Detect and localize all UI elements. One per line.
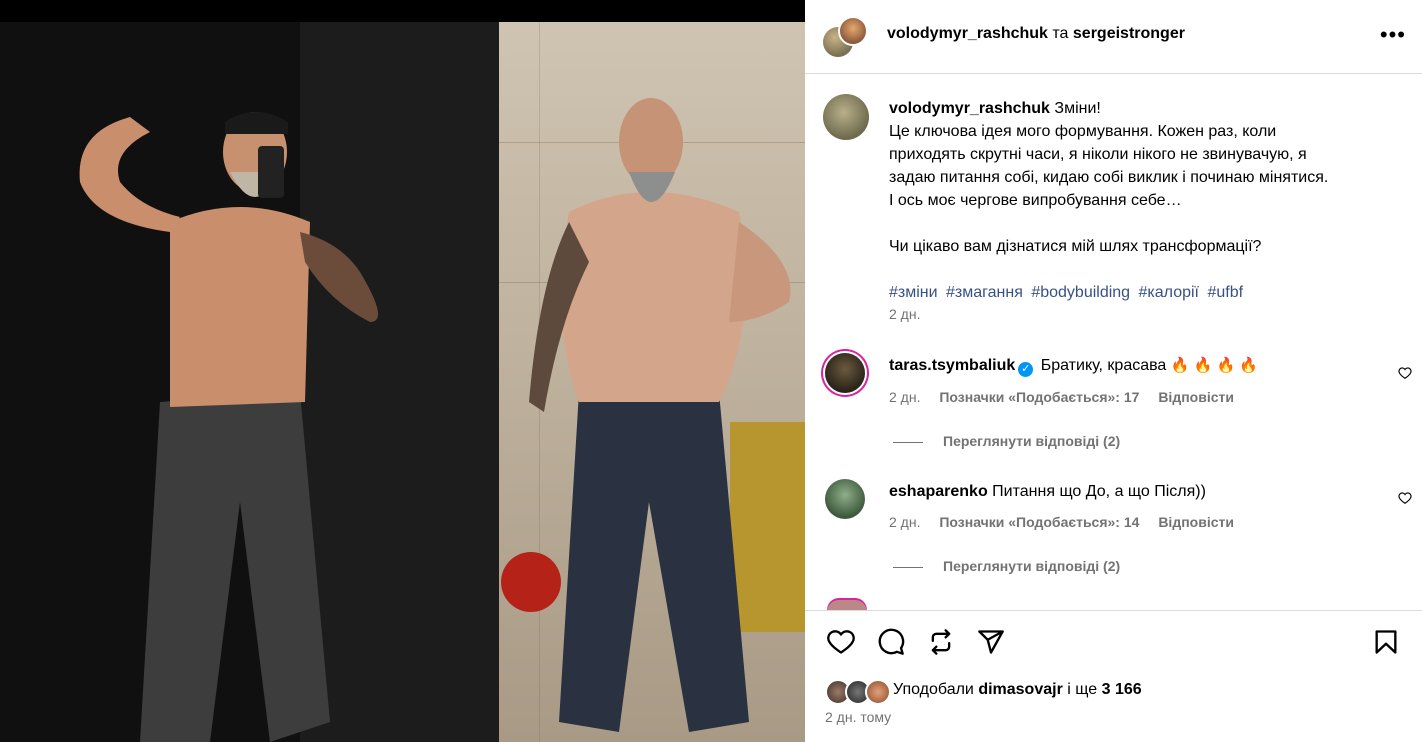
- liked-by-suffix: і ще: [1067, 681, 1098, 698]
- post-media[interactable]: [0, 0, 805, 742]
- view-replies-button[interactable]: Переглянути відповіді (2): [893, 433, 1120, 449]
- liked-by-count[interactable]: 3 166: [1102, 681, 1142, 698]
- hashtag-link[interactable]: #bodybuilding: [1031, 284, 1130, 301]
- bookmark-icon[interactable]: [1372, 628, 1400, 656]
- liked-by: Уподобали dimasovajr і ще 3 166: [893, 681, 1142, 699]
- caption-author-avatar[interactable]: [823, 94, 869, 140]
- view-replies-button[interactable]: Переглянути відповіді (2): [893, 558, 1120, 574]
- replies-divider: [893, 441, 923, 443]
- share-icon[interactable]: [977, 628, 1005, 656]
- reply-button[interactable]: Відповісти: [1158, 514, 1234, 530]
- comment-like-heart-icon[interactable]: [1398, 366, 1412, 380]
- more-options-icon[interactable]: •••: [1380, 24, 1406, 46]
- view-replies-label: Переглянути відповіді (2): [943, 433, 1121, 449]
- repost-icon[interactable]: [927, 628, 955, 656]
- caption-time[interactable]: 2 дн.: [889, 306, 920, 322]
- comment-time[interactable]: 2 дн.: [889, 389, 920, 405]
- man-standing-illustration: [501, 98, 805, 732]
- post-caption: volodymyr_rashchuk Зміни! Це ключова іде…: [889, 97, 1399, 304]
- comment-username[interactable]: taras.tsymbaliuk: [889, 357, 1015, 374]
- reply-button[interactable]: Відповісти: [1158, 389, 1234, 405]
- post-actions: Уподобали dimasovajr і ще 3 166 2 дн. то…: [805, 610, 1422, 742]
- commenter-avatar[interactable]: [825, 479, 865, 519]
- post-authors: volodymyr_rashchuk та sergeistronger: [887, 25, 1185, 43]
- liked-by-prefix: Уподобали: [893, 681, 974, 698]
- authors-connector: та: [1052, 25, 1069, 42]
- view-replies-label: Переглянути відповіді (2): [943, 558, 1121, 574]
- hashtag-link[interactable]: #ufbf: [1207, 284, 1243, 301]
- comment-text: Братику, красава: [1040, 357, 1167, 374]
- heart-icon[interactable]: [827, 628, 855, 656]
- hashtags: #зміни #змагання #bodybuilding #калорії …: [889, 281, 1399, 304]
- post-viewer: volodymyr_rashchuk та sergeistronger •••…: [0, 0, 1422, 742]
- caption-line: Чи цікаво вам дізнатися мій шлях трансфо…: [889, 238, 1262, 255]
- comment-meta: 2 дн. Позначки «Подобається»: 17 Відпові…: [889, 389, 1249, 405]
- replies-divider: [893, 566, 923, 568]
- comment-text: Питання що До, а що Після)): [992, 483, 1206, 500]
- coauthor-avatar[interactable]: [838, 16, 868, 46]
- caption-line: приходять скрутні часи, я ніколи нікого …: [889, 146, 1307, 163]
- comment: taras.tsymbaliuk ✓ Братику, красава 🔥 🔥 🔥…: [889, 356, 1258, 377]
- hashtag-link[interactable]: #змагання: [946, 284, 1023, 301]
- caption-line: Зміни!: [1054, 100, 1101, 117]
- coauthor-username[interactable]: sergeistronger: [1073, 25, 1185, 42]
- caption-line: І ось моє чергове випробування себе…: [889, 192, 1182, 209]
- post-header: volodymyr_rashchuk та sergeistronger •••: [805, 0, 1422, 74]
- liked-by-user[interactable]: dimasovajr: [978, 681, 1062, 698]
- comment-likes[interactable]: Позначки «Подобається»: 17: [939, 389, 1139, 405]
- hashtag-link[interactable]: #зміни: [889, 284, 938, 301]
- comment-meta: 2 дн. Позначки «Подобається»: 14 Відпові…: [889, 514, 1249, 530]
- man-flexing-illustration: [0, 22, 499, 742]
- comment-username[interactable]: eshaparenko: [889, 483, 988, 500]
- liker-avatar[interactable]: [865, 679, 891, 705]
- comment: eshaparenko Питання що До, а що Після)): [889, 482, 1206, 502]
- post-time[interactable]: 2 дн. тому: [825, 709, 891, 725]
- before-after-photo-left: [0, 22, 499, 742]
- comments-panel: volodymyr_rashchuk та sergeistronger •••…: [805, 0, 1422, 742]
- fire-emoji: 🔥 🔥 🔥 🔥: [1170, 357, 1258, 374]
- before-after-photo-right: [499, 22, 805, 742]
- caption-username[interactable]: volodymyr_rashchuk: [889, 100, 1050, 117]
- hashtag-link[interactable]: #калорії: [1139, 284, 1199, 301]
- author-username[interactable]: volodymyr_rashchuk: [887, 25, 1048, 42]
- commenter-avatar[interactable]: [825, 353, 865, 393]
- comment-icon[interactable]: [877, 628, 905, 656]
- verified-badge-icon: ✓: [1018, 362, 1034, 377]
- caption-line: задаю питання собі, кидаю собі виклик і …: [889, 169, 1329, 186]
- caption-line: Це ключова ідея мого формування. Кожен р…: [889, 123, 1277, 140]
- comment-like-heart-icon[interactable]: [1398, 491, 1412, 505]
- comment-time[interactable]: 2 дн.: [889, 514, 920, 530]
- comment-likes[interactable]: Позначки «Подобається»: 14: [939, 514, 1139, 530]
